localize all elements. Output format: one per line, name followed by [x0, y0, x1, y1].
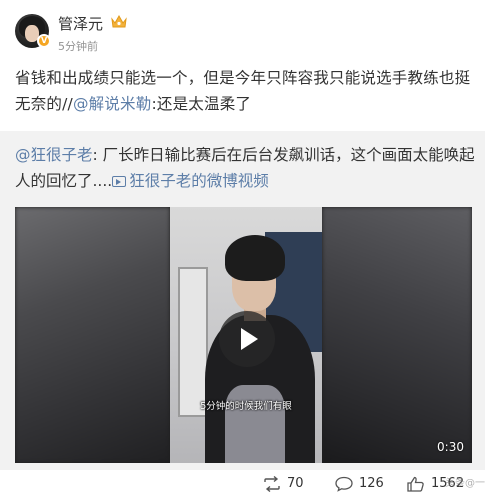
watermark: 头条@一: [445, 478, 485, 489]
forward-icon: [264, 476, 280, 492]
video-link-label: 狂很子老的微博视频: [129, 172, 269, 190]
video-icon: [112, 176, 127, 187]
post-text-part2: :还是太温柔了: [151, 95, 252, 113]
post-time: 5分钟前: [58, 40, 98, 53]
video-blur-left: [15, 207, 170, 463]
forward-count: 70: [287, 476, 304, 491]
forward-button[interactable]: 70: [262, 475, 322, 493]
comment-count: 126: [359, 476, 384, 491]
author-name[interactable]: 管泽元: [58, 13, 103, 34]
post-header: V 管泽元 5分钟前: [0, 0, 485, 56]
video-blur-right: [322, 207, 472, 463]
thumbs-up-icon: [407, 476, 424, 492]
verified-badge-icon: V: [37, 34, 51, 48]
video-link[interactable]: 狂很子老的微博视频: [112, 172, 269, 190]
action-bar: 70 126 1562 头条@一: [0, 470, 485, 498]
video-duration: 0:30: [437, 440, 464, 454]
video-subtitle: 5分钟的时候我们有眼: [200, 401, 292, 412]
repost-body: @狂很子老: 厂长昨日输比赛后在后台发飙训话，这个画面太能唤起人的回忆了....…: [15, 142, 475, 194]
video-person-hair: [225, 235, 285, 281]
video-player[interactable]: 5分钟的时候我们有眼 0:30: [15, 207, 472, 463]
video-chair: [225, 385, 285, 463]
video-door: [178, 267, 208, 417]
repost-mention-link[interactable]: @狂很子老: [15, 146, 93, 164]
comment-button[interactable]: 126: [334, 475, 394, 493]
comment-icon: [335, 476, 353, 492]
mention-link[interactable]: @解说米勒: [73, 95, 152, 113]
crown-icon: [111, 14, 127, 28]
play-button[interactable]: [219, 311, 275, 367]
post-body: 省钱和出成绩只能选一个，但是今年只阵容我只能说选手教练也挺无奈的//@解说米勒:…: [15, 65, 475, 117]
